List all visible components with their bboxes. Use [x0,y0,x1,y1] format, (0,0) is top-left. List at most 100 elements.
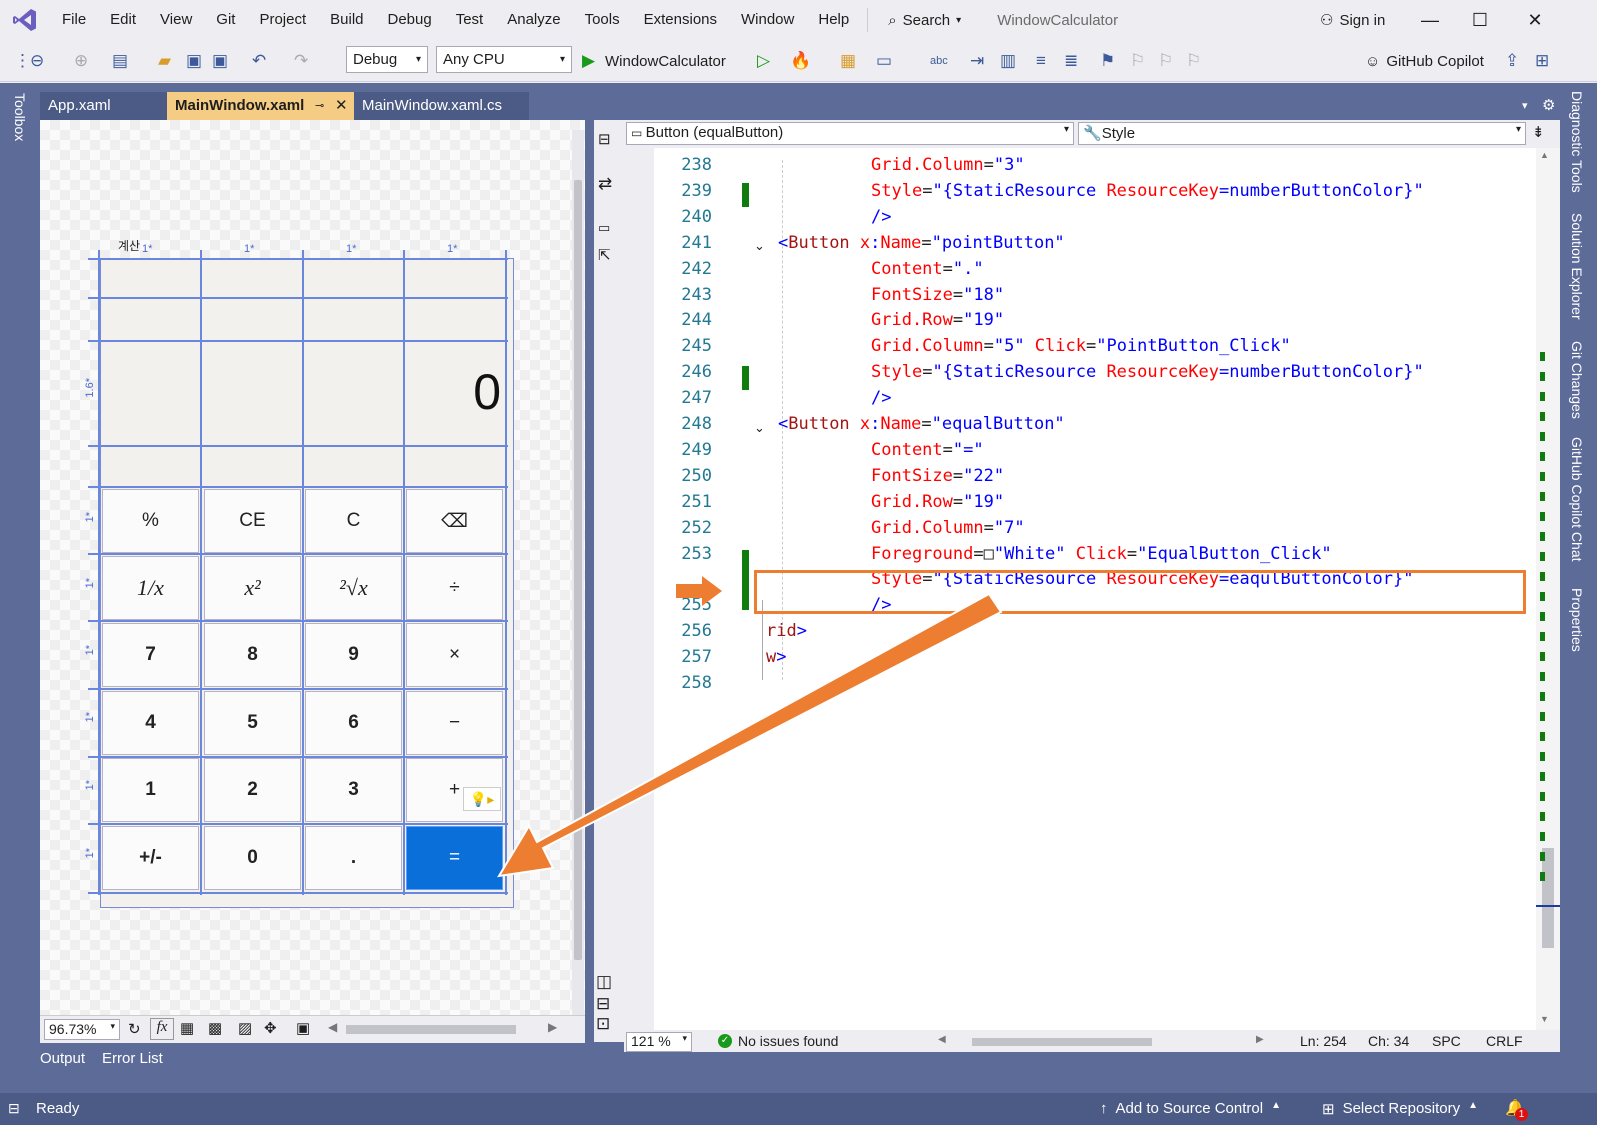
menu-file[interactable]: File [50,0,98,40]
menu-git[interactable]: Git [204,0,247,40]
menu-test[interactable]: Test [444,0,496,40]
start-without-debugging-button[interactable]: ▷ [757,48,770,74]
scroll-right-icon[interactable]: ▶ [1256,1034,1264,1045]
pin-icon[interactable]: ⊸ [315,92,324,120]
right-tab-github-copilot-chat[interactable]: GitHub Copilot Chat [1569,437,1585,562]
new-project-button[interactable]: ▤ [112,48,128,74]
sign-in-button[interactable]: ⚇ Sign in [1320,0,1385,40]
calc-button[interactable]: % [102,489,199,553]
row-size-marker[interactable]: 1* [84,848,96,858]
right-tab-properties[interactable]: Properties [1569,588,1585,652]
tab-mainwindow-xaml-cs[interactable]: MainWindow.xaml.cs [354,92,529,120]
toolbox-tab[interactable]: Toolbox [12,93,28,141]
code-line[interactable]: Content="=" [871,440,984,460]
error-list-tab[interactable]: Error List [102,1044,163,1074]
menu-debug[interactable]: Debug [376,0,444,40]
scroll-left-icon[interactable]: ◀ [328,1020,337,1034]
menu-build[interactable]: Build [318,0,375,40]
navigate-forward-button[interactable]: ⊕ [74,48,88,74]
calc-button[interactable]: 4 [102,691,199,755]
snap-gridlines-icon[interactable]: ▩ [208,1019,222,1037]
calc-button[interactable]: +/- [102,826,199,890]
redo-button[interactable]: ↷ [294,48,308,74]
calc-button[interactable]: 9 [305,623,402,687]
horizontal-split-icon[interactable]: ◫ [596,972,612,992]
line-endings[interactable]: CRLF [1486,1033,1523,1049]
split-editor-icon[interactable]: ⇟ [1532,123,1545,141]
menu-window[interactable]: Window [729,0,806,40]
step-over-button[interactable]: ⇥ [970,48,984,74]
code-line[interactable]: Grid.Row="19" [871,492,1004,512]
calc-button[interactable]: ⌫ [406,489,503,553]
settings-icon[interactable]: ⚙ [1534,92,1563,120]
collapse-chevron-icon[interactable]: ⌄ [754,420,765,436]
issues-indicator[interactable]: ✓ No issues found [718,1033,838,1049]
code-line[interactable]: Grid.Row="19" [871,310,1004,330]
calc-button[interactable]: 2 [204,758,301,822]
uncomment-button[interactable]: ≣ [1064,48,1078,74]
prev-bookmark-icon[interactable]: ⚐ [1130,48,1145,74]
clear-bookmarks-icon[interactable]: ⚐ [1186,48,1201,74]
collapse-pane-icon[interactable]: ⊟ [598,130,611,148]
notifications-button[interactable]: 🔔 1 [1505,1098,1528,1121]
refresh-icon[interactable]: ↻ [128,1020,141,1038]
calc-button[interactable]: ²√x [305,556,402,620]
calc-button[interactable]: 7 [102,623,199,687]
column-size-marker[interactable]: 1* [244,243,254,255]
save-all-button[interactable]: ▣ [212,48,228,74]
column-size-marker[interactable]: 1* [346,243,356,255]
right-tab-git-changes[interactable]: Git Changes [1569,341,1585,419]
maximize-button[interactable]: ☐ [1455,0,1505,40]
scroll-right-icon[interactable]: ▶ [548,1020,557,1034]
row-size-marker[interactable]: 1* [84,780,96,790]
calc-button[interactable]: 5 [204,691,301,755]
select-repository-button[interactable]: ⊞ Select Repository ▲ [1322,1100,1478,1118]
right-tab-solution-explorer[interactable]: Solution Explorer [1569,213,1585,320]
row-size-marker[interactable]: 1* [84,578,96,588]
navigate-back-button[interactable]: ⊖ [30,48,44,74]
column-size-marker[interactable]: 1* [447,243,457,255]
calc-button[interactable]: 0 [204,826,301,890]
calc-button[interactable]: 6 [305,691,402,755]
calc-button[interactable]: − [406,691,503,755]
layout-button[interactable]: ▭ [876,48,892,74]
menu-project[interactable]: Project [247,0,318,40]
row-size-marker[interactable]: 1* [84,512,96,522]
run-target-button[interactable]: WindowCalculator [605,48,726,74]
code-line[interactable]: Grid.Column="7" [871,518,1025,538]
code-line[interactable]: /> [871,388,891,408]
device-preview-icon[interactable]: ▣ [296,1019,310,1037]
hot-reload-button[interactable]: 🔥 [790,48,811,74]
github-copilot-button[interactable]: ☺ GitHub Copilot [1365,48,1484,74]
code-line[interactable]: <Button x:Name="pointButton" [778,233,1065,253]
add-to-source-control-button[interactable]: ↑ Add to Source Control ▲ [1100,1100,1281,1117]
menu-view[interactable]: View [148,0,204,40]
start-debugging-icon[interactable]: ▶ [582,48,595,74]
editor-horizontal-scrollbar[interactable] [972,1038,1152,1046]
column-number[interactable]: Ch: 34 [1368,1033,1409,1049]
property-select[interactable]: 🔧Style ▾ [1078,122,1526,145]
vertical-split-icon[interactable]: ▭ [598,220,610,236]
solution-explorer-button[interactable]: ▦ [840,48,856,74]
code-line[interactable]: Grid.Column="5" Click="PointButton_Click… [871,336,1291,356]
vertical-split-toggle-icon[interactable]: ⊟ [596,994,610,1014]
expand-pane-icon[interactable]: ⊡ [596,1014,610,1034]
save-button[interactable]: ▣ [186,48,202,74]
calc-button[interactable]: ÷ [406,556,503,620]
code-line[interactable]: Style="{StaticResource ResourceKey=numbe… [871,181,1424,201]
zoom-select[interactable]: 96.73% ▾ [44,1019,120,1040]
line-number[interactable]: Ln: 254 [1300,1033,1347,1049]
solution-configuration-select[interactable]: Debug ▾ [346,46,428,73]
calc-button[interactable]: 3 [305,758,402,822]
scroll-up-icon[interactable]: ▲ [1540,150,1549,160]
calc-button[interactable]: = [406,826,503,890]
calc-button[interactable]: × [406,623,503,687]
row-size-marker[interactable]: 1* [84,712,96,722]
editor-zoom-select[interactable]: 121 % ▾ [626,1032,692,1052]
next-bookmark-icon[interactable]: ⚐ [1158,48,1173,74]
effects-button[interactable]: fx [150,1018,174,1040]
solution-platform-select[interactable]: Any CPU ▾ [436,46,572,73]
calc-button[interactable]: 1/x [102,556,199,620]
scroll-down-icon[interactable]: ▼ [1540,1014,1549,1024]
calc-button[interactable]: CE [204,489,301,553]
